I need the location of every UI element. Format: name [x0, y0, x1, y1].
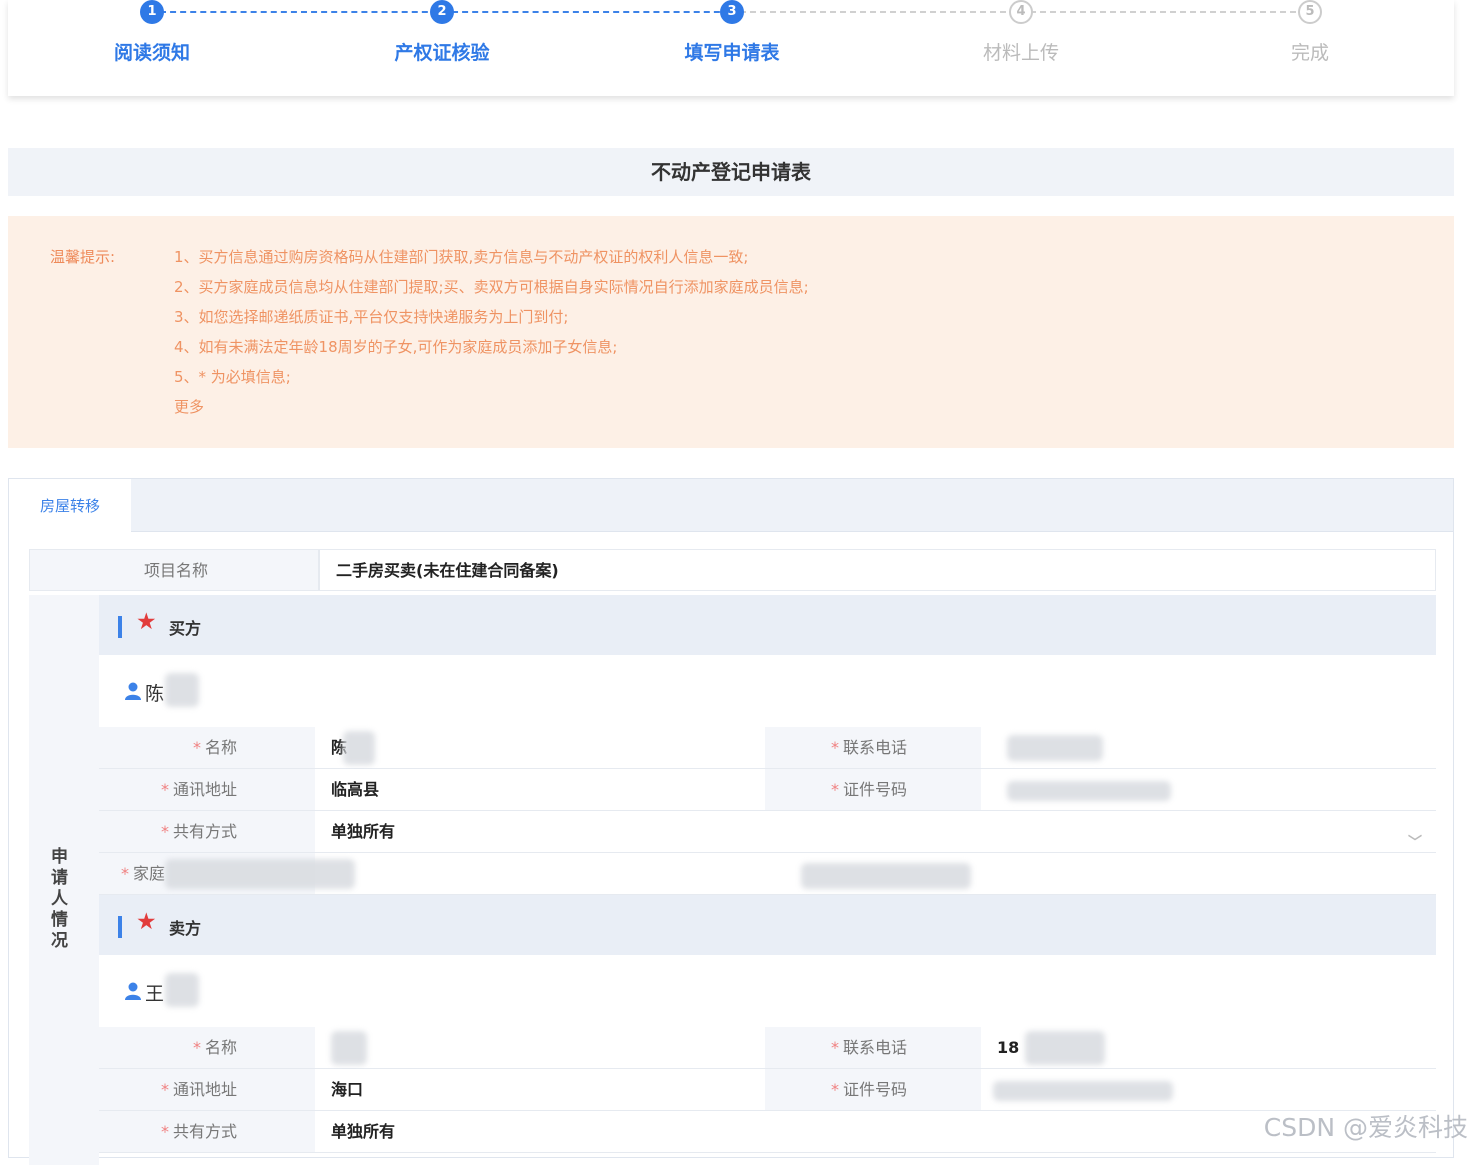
tips-list: 1、买方信息通过购房资格码从住建部门获取,卖方信息与不动产权证的权利人信息一致;…	[174, 246, 809, 426]
applicant-section: 申请人情况	[29, 595, 99, 1165]
tips-more-link[interactable]: 更多	[174, 396, 809, 426]
tip-item: 1、买方信息通过购房资格码从住建部门获取,卖方信息与不动产权证的权利人信息一致;	[174, 248, 749, 266]
seller-share-label: * 共有方式	[99, 1111, 315, 1153]
step-1-label: 阅读须知	[113, 42, 190, 64]
buyer-id-label: * 证件号码	[765, 769, 981, 811]
seller-phone-field[interactable]: 18	[981, 1027, 1436, 1069]
form-title: 不动产登记申请表	[8, 148, 1454, 196]
required-star-icon: ★	[136, 909, 157, 935]
buyer-name-label: * 名称	[99, 727, 315, 769]
step-5: 5 完成	[1230, 0, 1390, 65]
seller-address-field[interactable]: 海口	[315, 1069, 765, 1111]
buyer-name-field[interactable]: 陈	[315, 727, 765, 769]
buyer-address-label: * 通讯地址	[99, 769, 315, 811]
step-5-number: 5	[1298, 0, 1322, 24]
progress-steps: 1 阅读须知 2 产权证核验 3 填写申请表 4 材料上传 5 完成	[8, 0, 1454, 96]
buyer-section-title: 买方	[169, 619, 202, 638]
buyer-id-field[interactable]	[981, 769, 1436, 811]
step-2-label: 产权证核验	[394, 42, 490, 64]
seller-id-label: * 证件号码	[765, 1069, 981, 1111]
seller-id-field[interactable]	[981, 1069, 1436, 1111]
buyer-share-label: * 共有方式	[99, 811, 315, 853]
buyer-address-field[interactable]: 临高县	[315, 769, 765, 811]
user-icon	[125, 982, 141, 1000]
watermark: CSDN @爱炎科技	[1263, 1113, 1468, 1142]
project-label: 项目名称	[29, 549, 319, 591]
step-2-number: 2	[430, 0, 454, 24]
tips-label: 温馨提示:	[50, 248, 116, 266]
tab-house-transfer[interactable]: 房屋转移	[9, 479, 131, 532]
step-1: 1 阅读须知	[72, 0, 232, 65]
step-1-number: 1	[140, 0, 164, 24]
applicant-section-label: 申请人情况	[51, 847, 68, 951]
step-2: 2 产权证核验	[362, 0, 522, 65]
tab-strip: 房屋转移	[9, 479, 1453, 532]
tab-panel: 房屋转移 项目名称 二手房买卖(未在住建合同备案) 申请人情况 ★ 买方 陈 *…	[8, 478, 1454, 1165]
step-4-number: 4	[1009, 0, 1033, 24]
tip-item: 5、* 为必填信息;	[174, 368, 291, 386]
seller-phone-label: * 联系电话	[765, 1027, 981, 1069]
section-bar	[118, 916, 122, 938]
step-3-label: 填写申请表	[684, 42, 780, 64]
required-star-icon: ★	[136, 609, 157, 635]
tip-item: 4、如有未满法定年龄18周岁的子女,可作为家庭成员添加子女信息;	[174, 338, 618, 356]
tips-box: 温馨提示: 1、买方信息通过购房资格码从住建部门获取,卖方信息与不动产权证的权利…	[8, 216, 1454, 448]
step-4-label: 材料上传	[982, 42, 1059, 64]
step-4: 4 材料上传	[941, 0, 1101, 65]
buyer-person-name: 陈	[145, 683, 165, 705]
seller-name-label: * 名称	[99, 1027, 315, 1069]
step-3: 3 填写申请表	[652, 0, 812, 65]
step-3-number: 3	[720, 0, 744, 24]
buyer-section-header: ★ 买方	[99, 595, 1436, 655]
buyer-phone-field[interactable]	[981, 727, 1436, 769]
seller-name-field[interactable]	[315, 1027, 765, 1069]
seller-section-title: 卖方	[169, 919, 202, 938]
project-value: 二手房买卖(未在住建合同备案)	[319, 549, 1436, 591]
seller-person[interactable]: 王	[99, 955, 1436, 1027]
tip-item: 3、如您选择邮递纸质证书,平台仅支持快递服务为上门到付;	[174, 308, 569, 326]
buyer-share-select[interactable]: 单独所有 ﹀	[315, 811, 1436, 853]
buyer-person[interactable]: 陈	[99, 655, 1436, 727]
redacted-blur	[165, 673, 199, 707]
seller-section-header: ★ 卖方	[99, 895, 1436, 955]
seller-person-name: 王	[145, 983, 165, 1005]
step-5-label: 完成	[1290, 42, 1329, 64]
tip-item: 2、买方家庭成员信息均从住建部门提取;买、卖双方可根据自身实际情况自行添加家庭成…	[174, 278, 809, 296]
section-bar	[118, 616, 122, 638]
buyer-phone-label: * 联系电话	[765, 727, 981, 769]
redacted-blur	[165, 973, 199, 1007]
user-icon	[125, 682, 141, 700]
seller-address-label: * 通讯地址	[99, 1069, 315, 1111]
buyer-family-field[interactable]	[165, 853, 1436, 895]
